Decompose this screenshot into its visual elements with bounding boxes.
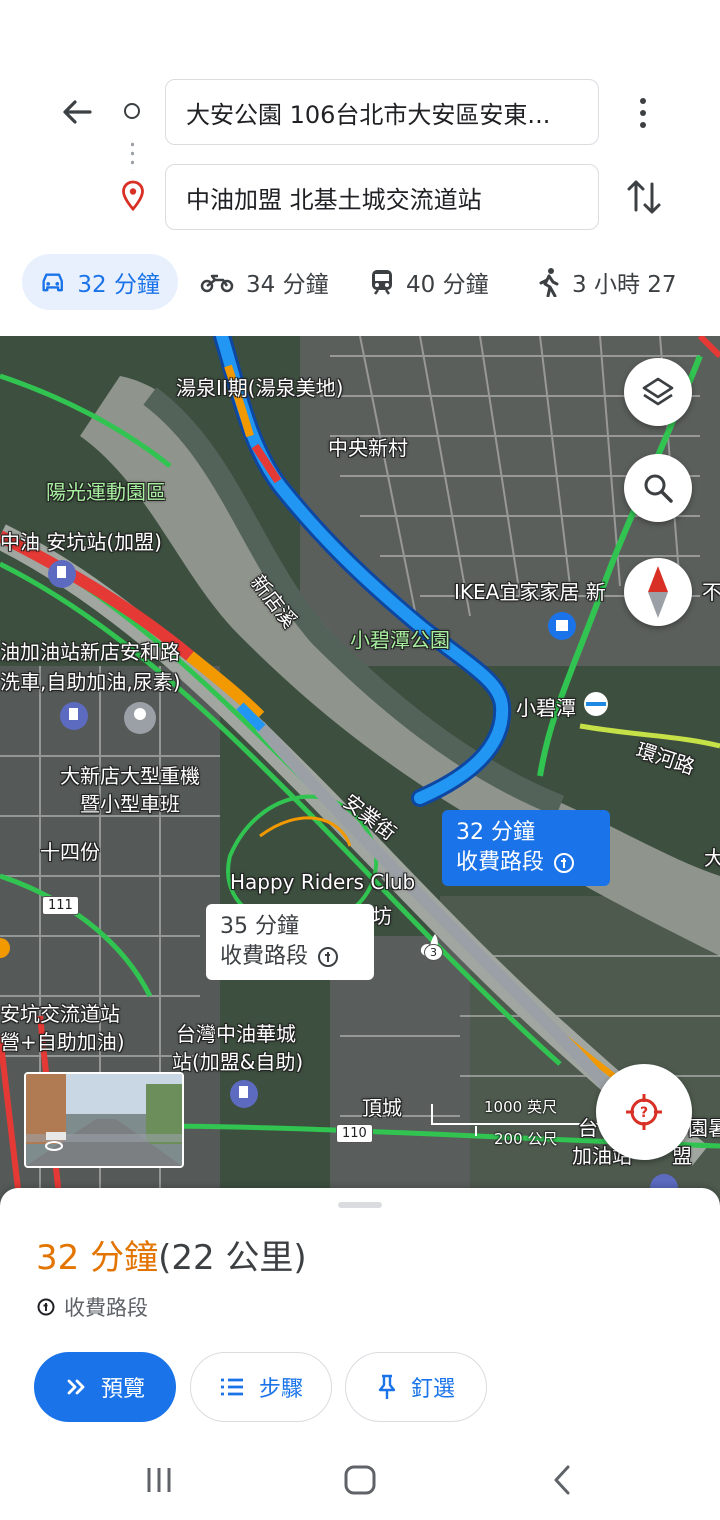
back-nav-icon[interactable] (550, 1464, 574, 1496)
my-location-button[interactable]: ? (596, 1064, 692, 1160)
map-label: 安坑交流道站 (0, 1002, 120, 1026)
map-label: 不 (702, 580, 720, 604)
steps-button[interactable]: 步驟 (190, 1352, 332, 1422)
walk-icon (539, 268, 559, 297)
more-options-icon[interactable] (628, 92, 658, 134)
map-label: 油加油站新店安和路 (0, 640, 180, 664)
recent-apps-icon[interactable] (144, 1466, 174, 1494)
map-label: 坊 (372, 904, 392, 928)
road-shield: 111 (42, 896, 79, 915)
toll-note: 收費路段 (36, 1292, 148, 1322)
system-navigation-bar (0, 1440, 720, 1520)
sheet-drag-handle[interactable] (338, 1202, 382, 1208)
home-icon[interactable] (343, 1464, 377, 1496)
list-icon (220, 1378, 243, 1396)
origin-circle-icon (124, 103, 140, 119)
mode-tab-motorcycle[interactable]: 34 分鐘 (200, 254, 329, 310)
swap-directions-icon[interactable] (624, 176, 664, 218)
search-icon (644, 474, 673, 503)
search-along-route-button[interactable] (624, 454, 692, 522)
map-label: 湯泉II期(湯泉美地) (176, 376, 344, 400)
destination-pin-icon (122, 180, 144, 212)
mode-tab-transit[interactable]: 40 分鐘 (370, 254, 489, 310)
double-chevron-icon (67, 1379, 85, 1395)
pin-icon (378, 1374, 396, 1399)
destination-input[interactable]: 中油加盟 北基土城交流道站 (165, 164, 599, 230)
origin-input[interactable]: 大安公園 106台北市大安區安東... (165, 79, 599, 145)
map-label: IKEA宜家家居 新 (454, 580, 606, 604)
directions-header: 大安公園 106台北市大安區安東... 中油加盟 北基土城交流道站 32 分鐘 … (0, 0, 720, 336)
street-view-thumbnail[interactable] (24, 1072, 184, 1168)
compass-button[interactable] (624, 558, 692, 626)
duration-time: 32 分鐘 (36, 1238, 159, 1278)
map-label: 營+自助加油) (0, 1030, 125, 1054)
route-duration: 32 分鐘(22 公里) (36, 1230, 307, 1279)
map-label: 小碧潭公園 (350, 628, 450, 652)
toll-icon (37, 1298, 55, 1316)
map-label: 大 (704, 846, 720, 870)
compass-icon (648, 566, 668, 618)
preview-button[interactable]: 預覽 (34, 1352, 176, 1422)
map-label: 站(加盟&自助) (172, 1050, 304, 1074)
street-view-image (26, 1074, 182, 1166)
car-icon (42, 273, 63, 292)
motorcycle-icon (200, 274, 234, 293)
map-label: Happy Riders Club (230, 870, 416, 894)
road-shield: 3 (424, 944, 443, 961)
mode-tab-driving[interactable]: 32 分鐘 (22, 254, 178, 310)
map-label: 園暑 (688, 1116, 720, 1140)
map-label: 十四份 (40, 840, 100, 864)
svg-text:?: ? (640, 1105, 648, 1121)
road-shield: 110 (336, 1124, 373, 1143)
back-arrow-icon[interactable] (56, 92, 96, 132)
layers-button[interactable] (624, 358, 692, 426)
map-label: 暨小型車班 (80, 792, 180, 816)
callout-time: 32 分鐘 (456, 820, 535, 845)
map-label: 大新店大型重機 (60, 764, 200, 788)
my-location-icon: ? (626, 1094, 662, 1130)
scale-metric: 200 公尺 (494, 1130, 558, 1148)
toll-label: 收費路段 (64, 1296, 148, 1320)
pin-button[interactable]: 釘選 (345, 1352, 487, 1422)
map-label: 小碧潭 (516, 696, 576, 720)
map-label: 台灣中油華城 (176, 1022, 296, 1046)
callout-toll: 收費路段 (220, 944, 309, 969)
toll-icon (554, 853, 575, 873)
route-connector-dots (131, 140, 134, 170)
map-label: 中央新村 (328, 436, 408, 460)
mode-tab-walking[interactable]: 3 小時 27 (538, 254, 677, 310)
train-icon (372, 270, 392, 295)
callout-time: 35 分鐘 (220, 914, 299, 939)
callout-toll: 收費路段 (456, 850, 545, 875)
route-callout-primary[interactable]: 32 分鐘 收費路段 (442, 810, 610, 886)
map-label: 陽光運動園區 (46, 480, 166, 504)
toll-icon (318, 947, 339, 967)
map-label: 頂城 (362, 1096, 402, 1120)
map-label: 台 (578, 1116, 598, 1140)
route-distance: (22 公里) (158, 1238, 307, 1278)
route-callout-alternate[interactable]: 35 分鐘 收費路段 (206, 904, 374, 980)
map-label: 洗車,自助加油,尿素) (0, 670, 181, 694)
map-view[interactable]: 湯泉II期(湯泉美地) 中央新村 陽光運動園區 中油 安坑站(加盟) 新店溪 小… (0, 336, 720, 1206)
layers-icon (642, 377, 674, 406)
map-label: 中油 安坑站(加盟) (0, 530, 162, 554)
scale-imperial: 1000 英尺 (484, 1098, 557, 1116)
